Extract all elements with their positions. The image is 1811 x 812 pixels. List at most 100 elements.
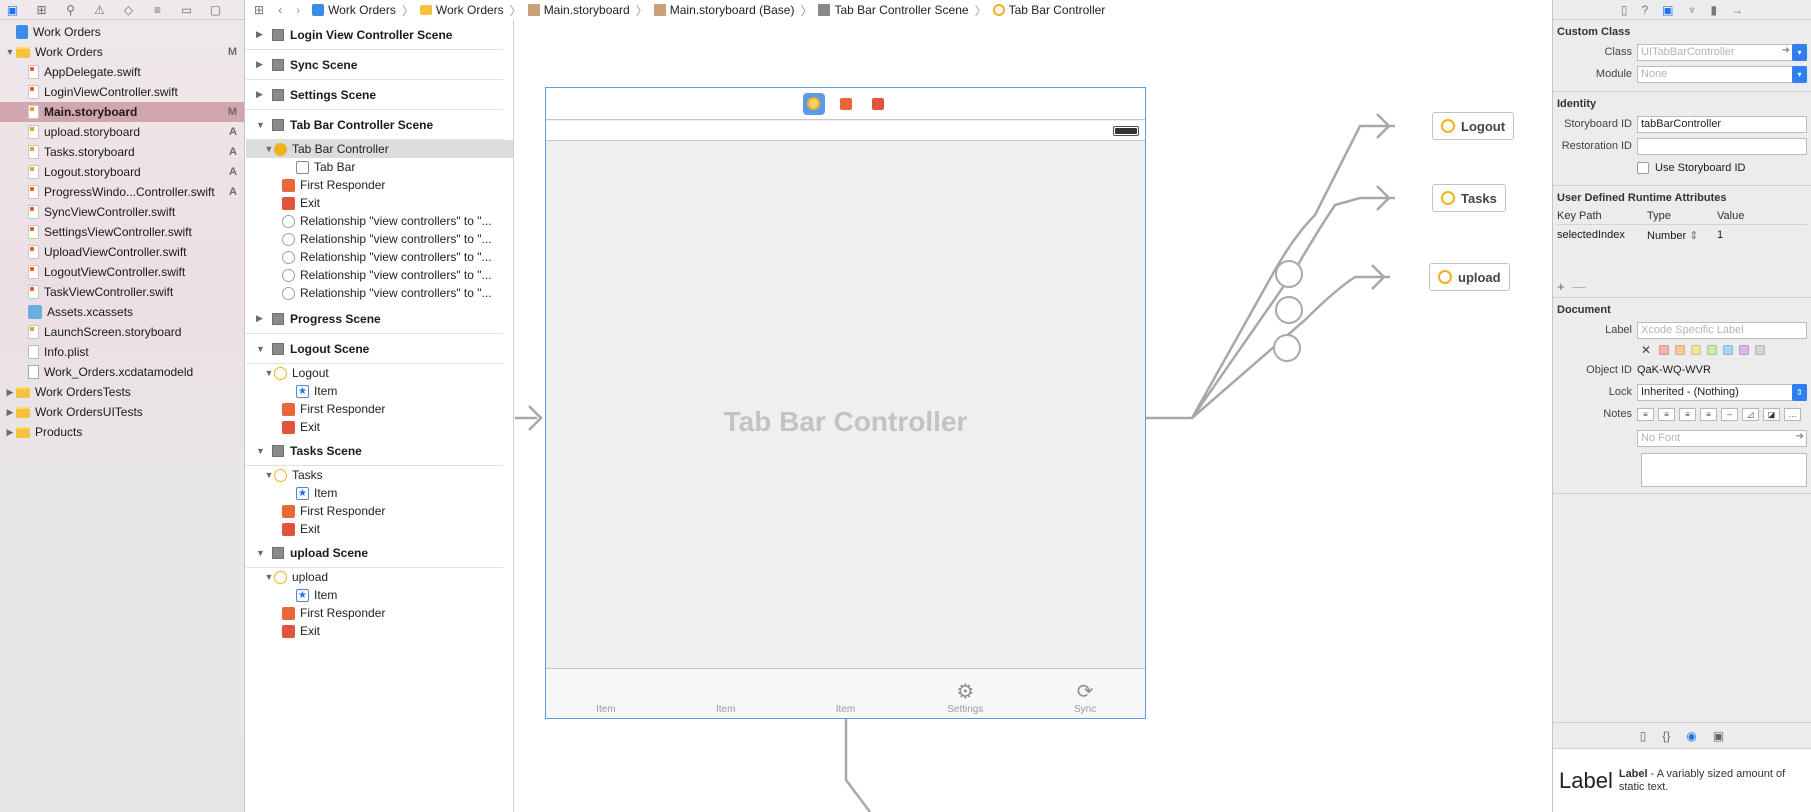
outline-item[interactable]: ▼ Logout bbox=[246, 364, 513, 382]
align-center-icon[interactable]: ≡ bbox=[1658, 407, 1675, 421]
disclosure-triangle-icon[interactable]: ▼ bbox=[264, 368, 274, 378]
scene-header[interactable]: ▼ Tab Bar Controller Scene bbox=[246, 110, 503, 140]
color-swatch[interactable] bbox=[1659, 345, 1670, 355]
object-library-icon[interactable]: ◉ bbox=[1686, 729, 1696, 743]
disclosure-triangle-icon[interactable]: ▼ bbox=[256, 344, 268, 354]
linked-view-controller[interactable]: upload bbox=[1429, 263, 1510, 291]
value-column[interactable]: Value bbox=[1717, 210, 1807, 222]
clear-format-icon[interactable]: ◪ bbox=[1763, 407, 1780, 421]
scene-header[interactable]: ▶ Login View Controller Scene bbox=[246, 20, 503, 50]
hierarchy-icon[interactable]: ⊞ bbox=[34, 3, 49, 17]
outline-item[interactable]: ★ Item bbox=[246, 484, 513, 502]
color-swatch[interactable] bbox=[1675, 345, 1686, 355]
table-row[interactable]: selectedIndex Number ⇕ 1 bbox=[1557, 225, 1807, 245]
help-icon[interactable]: ? bbox=[1641, 3, 1648, 17]
linked-view-controller[interactable]: Tasks bbox=[1432, 184, 1506, 212]
type-column[interactable]: Type bbox=[1647, 210, 1717, 222]
lock-select[interactable]: Inherited - (Nothing) ⇕ bbox=[1637, 383, 1807, 401]
attributes-icon[interactable]: ♆ bbox=[1688, 3, 1697, 17]
scene-header[interactable]: ▼ Logout Scene bbox=[246, 334, 503, 364]
font-field[interactable]: No Font ➜ bbox=[1637, 429, 1807, 447]
tab-bar[interactable]: Item Item Item ⚙ Settings ⟳ Sync bbox=[546, 668, 1145, 718]
tab-bar-item[interactable]: Item bbox=[546, 669, 666, 718]
outline-item[interactable]: First Responder bbox=[246, 502, 513, 520]
xcode-label-field[interactable]: Xcode Specific Label bbox=[1637, 321, 1807, 339]
navigator-item[interactable]: Logout.storyboard A bbox=[0, 162, 244, 182]
color-swatch[interactable] bbox=[1691, 345, 1702, 355]
module-field[interactable]: None ▾ bbox=[1637, 65, 1807, 83]
storyboard-id-field[interactable]: tabBarController bbox=[1637, 115, 1807, 133]
scene-header[interactable]: ▶ Sync Scene bbox=[246, 50, 503, 80]
color-swatch[interactable] bbox=[1739, 345, 1750, 355]
storyboard-canvas[interactable]: Tab Bar Controller Item Item Item ⚙ Settings… bbox=[515, 20, 1551, 812]
navigator-item[interactable]: ProgressWindo...Controller.swift A bbox=[0, 182, 244, 202]
scene-header[interactable]: ▼ upload Scene bbox=[246, 538, 503, 568]
disclosure-triangle-icon[interactable]: ▶ bbox=[4, 427, 16, 438]
navigator-item[interactable]: Main.storyboard M bbox=[0, 102, 244, 122]
outline-item[interactable]: ▼ Tasks bbox=[246, 466, 513, 484]
navigator-item[interactable]: LoginViewController.swift bbox=[0, 82, 244, 102]
scene-header[interactable]: ▼ Tasks Scene bbox=[246, 436, 503, 466]
color-swatch[interactable] bbox=[1755, 345, 1766, 355]
disclosure-triangle-icon[interactable]: ▼ bbox=[256, 120, 268, 130]
snippet-icon[interactable]: {} bbox=[1662, 729, 1670, 743]
disclosure-triangle-icon[interactable]: ▼ bbox=[264, 470, 274, 480]
navigator-item[interactable]: ▶ Work OrdersTests bbox=[0, 382, 244, 402]
breadcrumb-item[interactable]: Work Orders bbox=[312, 3, 396, 17]
forward-icon[interactable]: › bbox=[296, 3, 300, 17]
outline-item[interactable]: Exit bbox=[246, 418, 513, 436]
disclosure-triangle-icon[interactable]: ▶ bbox=[256, 29, 268, 40]
view-controller-icon[interactable] bbox=[802, 92, 825, 115]
scene-header[interactable]: ▶ Progress Scene bbox=[246, 304, 503, 334]
tab-bar-item[interactable]: ⟳ Sync bbox=[1025, 669, 1145, 718]
connections-icon[interactable]: → bbox=[1731, 3, 1743, 17]
navigator-item[interactable]: Work_Orders.xcdatamodeld bbox=[0, 362, 244, 382]
color-swatch[interactable] bbox=[1707, 345, 1718, 355]
type-cell[interactable]: Number ⇕ bbox=[1647, 229, 1717, 242]
remove-attribute-button[interactable]: — bbox=[1573, 279, 1586, 294]
tab-bar-item[interactable]: Item bbox=[666, 669, 786, 718]
outline-item[interactable]: Relationship "view controllers" to "... bbox=[246, 284, 513, 302]
disclosure-triangle-icon[interactable]: ▼ bbox=[256, 446, 268, 456]
outline-item[interactable]: Relationship "view controllers" to "... bbox=[246, 212, 513, 230]
justify-icon[interactable]: ≡ bbox=[1700, 407, 1717, 421]
use-storyboard-id-checkbox[interactable] bbox=[1637, 162, 1649, 174]
breadcrumb-item[interactable]: Main.storyboard (Base) bbox=[653, 3, 794, 17]
navigator-item[interactable]: UploadViewController.swift bbox=[0, 242, 244, 262]
scene-header[interactable]: ▶ Settings Scene bbox=[246, 80, 503, 110]
linked-view-controller[interactable]: Logout bbox=[1432, 112, 1515, 140]
navigator-item[interactable]: ▼ Work Orders M bbox=[0, 42, 244, 62]
class-field[interactable]: UITabBarController ➜ ▾ bbox=[1637, 43, 1807, 61]
dashes-icon[interactable]: -- bbox=[1721, 407, 1738, 421]
navigator-item[interactable]: Tasks.storyboard A bbox=[0, 142, 244, 162]
grid-icon[interactable]: ⊞ bbox=[254, 3, 264, 17]
breadcrumb-item[interactable]: Main.storyboard bbox=[527, 3, 630, 17]
exit-icon[interactable] bbox=[867, 93, 889, 115]
tab-bar-controller-scene[interactable]: Tab Bar Controller Item Item Item ⚙ Settings… bbox=[545, 87, 1146, 719]
disclosure-triangle-icon[interactable]: ▼ bbox=[264, 144, 274, 154]
chevron-down-icon[interactable]: ▾ bbox=[1792, 43, 1807, 61]
folder-icon[interactable]: ▣ bbox=[5, 3, 20, 17]
strike-icon[interactable]: ◿ bbox=[1742, 407, 1759, 421]
outline-item[interactable]: First Responder bbox=[246, 604, 513, 622]
navigator-item[interactable]: Assets.xcassets bbox=[0, 302, 244, 322]
go-arrow-icon[interactable]: ➜ bbox=[1796, 431, 1804, 442]
align-right-icon[interactable]: ≡ bbox=[1679, 407, 1696, 421]
outline-item[interactable]: ★ Item bbox=[246, 382, 513, 400]
key-path-column[interactable]: Key Path bbox=[1557, 210, 1647, 222]
disclosure-triangle-icon[interactable]: ▼ bbox=[264, 572, 274, 582]
navigator-item[interactable]: ▶ Work OrdersUITests bbox=[0, 402, 244, 422]
file-template-icon[interactable]: ▯ bbox=[1640, 729, 1647, 743]
outline-item[interactable]: Exit bbox=[246, 194, 513, 212]
restoration-id-field[interactable] bbox=[1637, 137, 1807, 155]
navigator-item[interactable]: LaunchScreen.storyboard bbox=[0, 322, 244, 342]
outline-item[interactable]: Exit bbox=[246, 520, 513, 538]
disclosure-triangle-icon[interactable]: ▶ bbox=[4, 407, 16, 418]
color-swatch[interactable] bbox=[1723, 345, 1734, 355]
outline-item[interactable]: Exit bbox=[246, 622, 513, 640]
key-path-cell[interactable]: selectedIndex bbox=[1557, 229, 1647, 241]
chevron-down-icon[interactable]: ⇕ bbox=[1792, 383, 1807, 401]
outline-item[interactable]: Relationship "view controllers" to "... bbox=[246, 266, 513, 284]
disclosure-triangle-icon[interactable]: ▶ bbox=[256, 89, 268, 100]
navigator-item[interactable]: AppDelegate.swift bbox=[0, 62, 244, 82]
